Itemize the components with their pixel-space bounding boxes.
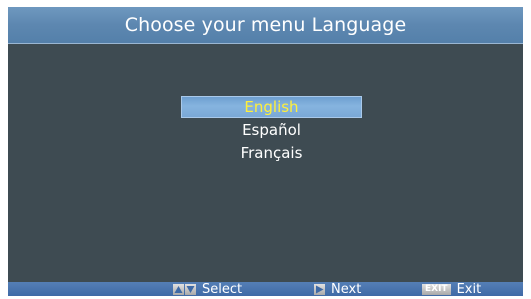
page-title: Choose your menu Language — [8, 7, 523, 44]
up-arrow-icon — [173, 284, 184, 295]
footer-hint-bar: Select Next EXIT Exit — [8, 282, 523, 296]
right-arrow-icon — [314, 284, 325, 295]
language-option-english[interactable]: English — [181, 96, 362, 118]
language-option-francais[interactable]: Français — [181, 142, 362, 165]
next-hint: Next — [314, 282, 361, 296]
select-hint: Select — [173, 282, 242, 296]
language-option-espanol[interactable]: Español — [181, 119, 362, 142]
select-label: Select — [202, 282, 243, 296]
exit-hint: EXIT Exit — [422, 282, 481, 296]
exit-label: Exit — [456, 282, 482, 296]
next-label: Next — [331, 282, 362, 296]
down-arrow-icon — [185, 284, 196, 295]
language-list: English Español Français — [181, 96, 362, 165]
tv-menu-screen: Choose your menu Language English Españo… — [8, 7, 523, 296]
exit-key-icon: EXIT — [422, 284, 451, 295]
